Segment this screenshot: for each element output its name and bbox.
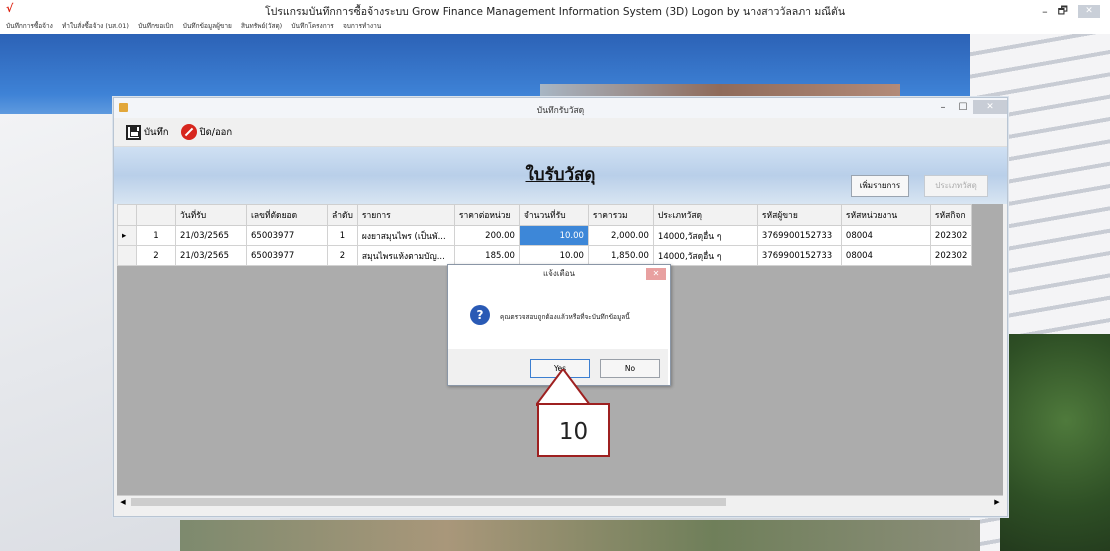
column-header[interactable]: ราคาต่อหน่วย [453,204,520,226]
cell-no[interactable]: 2 [136,245,176,266]
materials-table: วันที่รับ เลขที่ตัดยอด ลำดับ รายการ ราคา… [117,204,973,266]
cell-type[interactable]: 14000,วัสดุอื่น ๆ [652,225,758,246]
close-button[interactable]: ✕ [1078,5,1100,18]
no-entry-icon [180,124,197,140]
menu-item-assets[interactable]: สินทรัพย์(วัสดุ) [241,22,282,30]
minimize-button[interactable]: – [1042,5,1048,18]
cell-date[interactable]: 21/03/2565 [175,225,247,246]
confirm-body: ? คุณตรวจสอบถูกต้องแล้วหรือที่จะบันทึกข้… [448,283,670,347]
cell-qty[interactable]: 10.00 [518,245,589,266]
toolbar: บันทึก ปิด/ออก [114,118,1007,147]
dialog-window-controls: – ☐ ✕ [933,98,1007,116]
cell-no[interactable]: 1 [136,225,176,246]
cell-dept[interactable]: 08004 [840,245,931,266]
close-exit-label: ปิด/ออก [199,126,233,138]
dialog-maximize-button[interactable]: ☐ [953,102,973,113]
column-header[interactable]: ราคารวม [587,204,654,226]
menubar: บันทึกการซื้อจ้าง ทำใบสั่งซื้อจ้าง (บส.0… [0,18,1110,34]
dialog-titlebar: บันทึกรับวัสดุ – ☐ ✕ [114,98,1007,118]
cell-type[interactable]: 14000,วัสดุอื่น ๆ [652,245,758,266]
cell-vendor[interactable]: 3769900152733 [756,245,842,266]
column-header[interactable]: รหัสกิจก [929,204,973,226]
column-header[interactable]: ลำดับ [327,204,358,226]
dialog-close-button[interactable]: ✕ [973,100,1007,114]
cell-vendor[interactable]: 3769900152733 [756,225,842,246]
confirm-title-text: แจ้งเตือน [543,269,575,278]
close-exit-button[interactable]: ปิด/ออก [177,121,237,143]
column-header[interactable]: วันที่รับ [175,204,247,226]
dialog-title: บันทึกรับวัสดุ [536,106,585,116]
scroll-left-icon[interactable]: ◀ [117,496,129,509]
callout-arrow [536,369,592,406]
save-label: บันทึก [144,126,169,138]
column-header[interactable]: รหัสหน่วยงาน [840,204,931,226]
confirm-message: คุณตรวจสอบถูกต้องแล้วหรือที่จะบันทึกข้อม… [500,313,630,321]
confirm-close-button[interactable]: ✕ [646,268,666,280]
cell-total[interactable]: 2,000.00 [587,225,654,246]
horizontal-scrollbar[interactable]: ◀ ▶ [117,495,1003,509]
scroll-right-icon[interactable]: ▶ [991,496,1003,509]
confirm-dialog-title: แจ้งเตือน ✕ [448,265,670,283]
column-header[interactable]: รหัสผู้ขาย [756,204,842,226]
row-marker-icon: ▸ [117,225,137,246]
cell-date[interactable]: 21/03/2565 [175,245,247,266]
table-header-row: วันที่รับ เลขที่ตัดยอด ลำดับ รายการ ราคา… [117,204,973,226]
background-ground [180,520,980,551]
material-type-button[interactable]: ประเภทวัสดุ [924,175,988,197]
cell-dept[interactable]: 08004 [840,225,931,246]
background-tree [1000,334,1110,551]
menu-item-vendor[interactable]: บันทึกข้อมูลผู้ขาย [183,22,232,30]
cell-ref[interactable]: 65003977 [246,225,328,246]
step-number-callout: 10 [537,403,610,457]
menu-item-project[interactable]: บันทึกโครงการ [291,22,333,30]
menu-item-po[interactable]: ทำใบสั่งซื้อจ้าง (บส.01) [62,22,129,30]
column-header[interactable]: รายการ [356,204,455,226]
form-header: ใบรับวัสดุ เพิ่มรายการ ประเภทวัสดุ [114,147,1007,204]
cell-activity[interactable]: 202302 [929,225,973,246]
table-row[interactable]: ▸ 1 21/03/2565 65003977 1 ผงยาสมุนไพร (เ… [117,225,973,246]
row-marker-icon [117,245,137,266]
cell-item[interactable]: ผงยาสมุนไพร (เป็นพั... [356,225,455,246]
cell-activity[interactable]: 202302 [929,245,973,266]
menu-item-purchase[interactable]: บันทึกการซื้อจ้าง [6,22,53,30]
cell-seq[interactable]: 1 [327,225,358,246]
row-header-corner [117,204,137,226]
cell-ref[interactable]: 65003977 [246,245,328,266]
table-row[interactable]: 2 21/03/2565 65003977 2 สมุนไพรแห้งตามบั… [117,245,973,266]
column-header[interactable]: เลขที่ตัดยอด [246,204,328,226]
menu-item-exit[interactable]: จบการทำงาน [343,22,381,30]
column-header-no [136,204,176,226]
question-icon: ? [470,305,490,325]
cell-item[interactable]: สมุนไพรแห้งตามบัญ... [356,245,455,266]
cell-unit-price[interactable]: 185.00 [453,245,520,266]
menu-item-withdraw[interactable]: บันทึกขอเบิก [138,22,173,30]
cell-qty[interactable]: 10.00 [518,225,589,246]
app-titlebar: √ โปรแกรมบันทึกการซื้อจ้างระบบ Grow Fina… [0,0,1110,18]
column-header[interactable]: จำนวนที่รับ [518,204,589,226]
cell-total[interactable]: 1,850.00 [587,245,654,266]
column-header[interactable]: ประเภทวัสดุ [652,204,758,226]
confirm-dialog: แจ้งเตือน ✕ ? คุณตรวจสอบถูกต้องแล้วหรือท… [447,264,671,386]
cell-unit-price[interactable]: 200.00 [453,225,520,246]
scrollbar-thumb[interactable] [131,498,726,506]
save-button[interactable]: บันทึก [122,121,173,143]
add-item-button[interactable]: เพิ่มรายการ [851,175,909,197]
dialog-minimize-button[interactable]: – [933,102,953,113]
cell-seq[interactable]: 2 [327,245,358,266]
floppy-disk-icon [126,124,141,140]
